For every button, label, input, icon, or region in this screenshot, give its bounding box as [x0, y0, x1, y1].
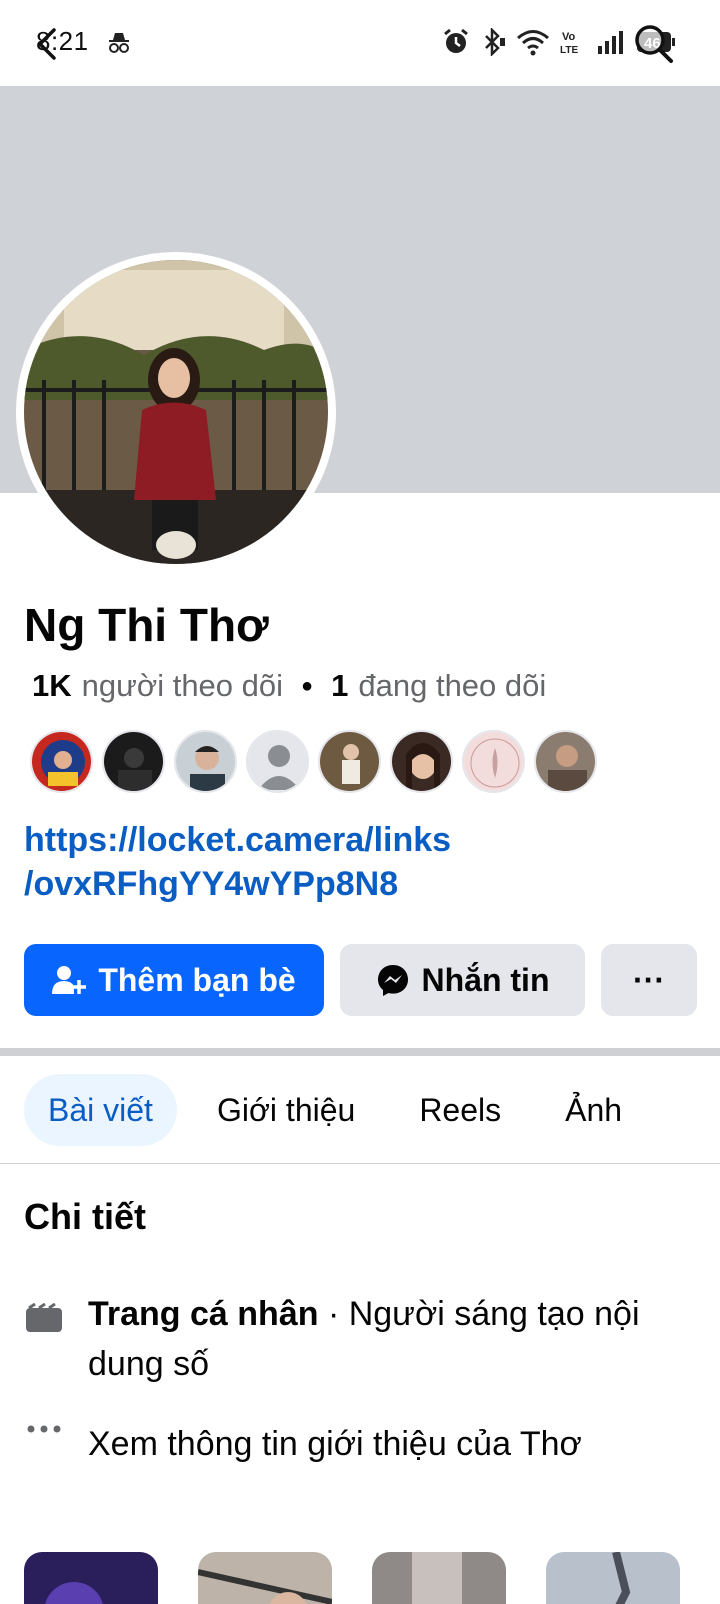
- volte-icon: Vo LTE: [560, 31, 578, 56]
- friend-avatars: [30, 730, 597, 793]
- featured-thumbnail[interactable]: [372, 1552, 506, 1604]
- friend-avatar[interactable]: [102, 730, 165, 793]
- profile-name: Ng Thi Thơ: [24, 599, 269, 651]
- link-line-2: /ovxRFhgYY4wYPp8N8: [24, 865, 399, 903]
- following-count: 1: [331, 668, 349, 703]
- ellipsis-icon: [27, 1425, 61, 1433]
- stats-separator: ●: [301, 674, 314, 697]
- featured-thumbnail[interactable]: [546, 1552, 680, 1604]
- link-line-1: https://locket.camera/links: [24, 821, 452, 859]
- tab-about[interactable]: Giới thiệu: [193, 1074, 379, 1146]
- page-type-label: Trang cá nhân: [88, 1295, 319, 1333]
- status-time: 8:21: [36, 26, 89, 56]
- add-friend-label: Thêm bạn bè: [98, 961, 296, 998]
- see-about-label: Xem thông tin giới thiệu của Thơ: [88, 1425, 582, 1463]
- wifi-icon: [517, 30, 549, 56]
- alarm-icon: [444, 28, 468, 53]
- signal-icon: [598, 31, 623, 54]
- tab-reels[interactable]: Reels: [395, 1074, 525, 1146]
- friend-avatar[interactable]: [30, 730, 93, 793]
- profile-website-link[interactable]: https://locket.camera/links /ovxRFhgYY4w…: [24, 818, 451, 906]
- friend-avatar-default[interactable]: [246, 730, 309, 793]
- tab-photos[interactable]: Ảnh: [541, 1074, 646, 1146]
- more-icon: ···: [633, 961, 665, 998]
- featured-thumbnails: [24, 1552, 680, 1604]
- details-title: Chi tiết: [24, 1196, 146, 1237]
- profile-avatar[interactable]: [24, 260, 328, 564]
- messenger-icon: [377, 965, 408, 996]
- detail-page-type: Trang cá nhân · Người sáng tạo nội dung …: [24, 1289, 694, 1389]
- svg-text:Vo: Vo: [562, 31, 576, 43]
- svg-text:LTE: LTE: [560, 45, 578, 56]
- featured-thumbnail[interactable]: [198, 1552, 332, 1604]
- friend-avatar[interactable]: [534, 730, 597, 793]
- friend-avatar[interactable]: [390, 730, 453, 793]
- more-options-button[interactable]: ···: [601, 944, 697, 1016]
- followers-label: người theo dõi: [81, 668, 284, 703]
- add-friend-icon: [52, 966, 87, 994]
- video-camera-icon: [26, 1303, 62, 1332]
- status-bar: 8:21 Vo LTE: [0, 0, 720, 86]
- tab-posts[interactable]: Bài viết: [24, 1074, 177, 1146]
- add-friend-button[interactable]: Thêm bạn bè: [24, 944, 324, 1016]
- featured-thumbnail[interactable]: [24, 1552, 158, 1604]
- see-about-info[interactable]: Xem thông tin giới thiệu của Thơ: [24, 1419, 694, 1469]
- friend-avatar[interactable]: [174, 730, 237, 793]
- profile-tabs: Bài viết Giới thiệu Reels Ảnh: [24, 1074, 662, 1146]
- message-label: Nhắn tin: [421, 961, 550, 998]
- message-button[interactable]: Nhắn tin: [340, 944, 585, 1016]
- tabs-divider: [0, 1163, 720, 1164]
- following-label: đang theo dõi: [358, 668, 547, 703]
- friend-avatar[interactable]: [318, 730, 381, 793]
- followers-count: 1K: [32, 668, 72, 703]
- search-icon[interactable]: [632, 22, 674, 64]
- section-divider: [0, 1048, 720, 1056]
- friend-avatar[interactable]: [462, 730, 525, 793]
- bluetooth-icon: [485, 28, 505, 56]
- incognito-icon: [109, 33, 129, 53]
- follow-stats[interactable]: 1K người theo dõi ● 1 đang theo dõi: [32, 668, 546, 704]
